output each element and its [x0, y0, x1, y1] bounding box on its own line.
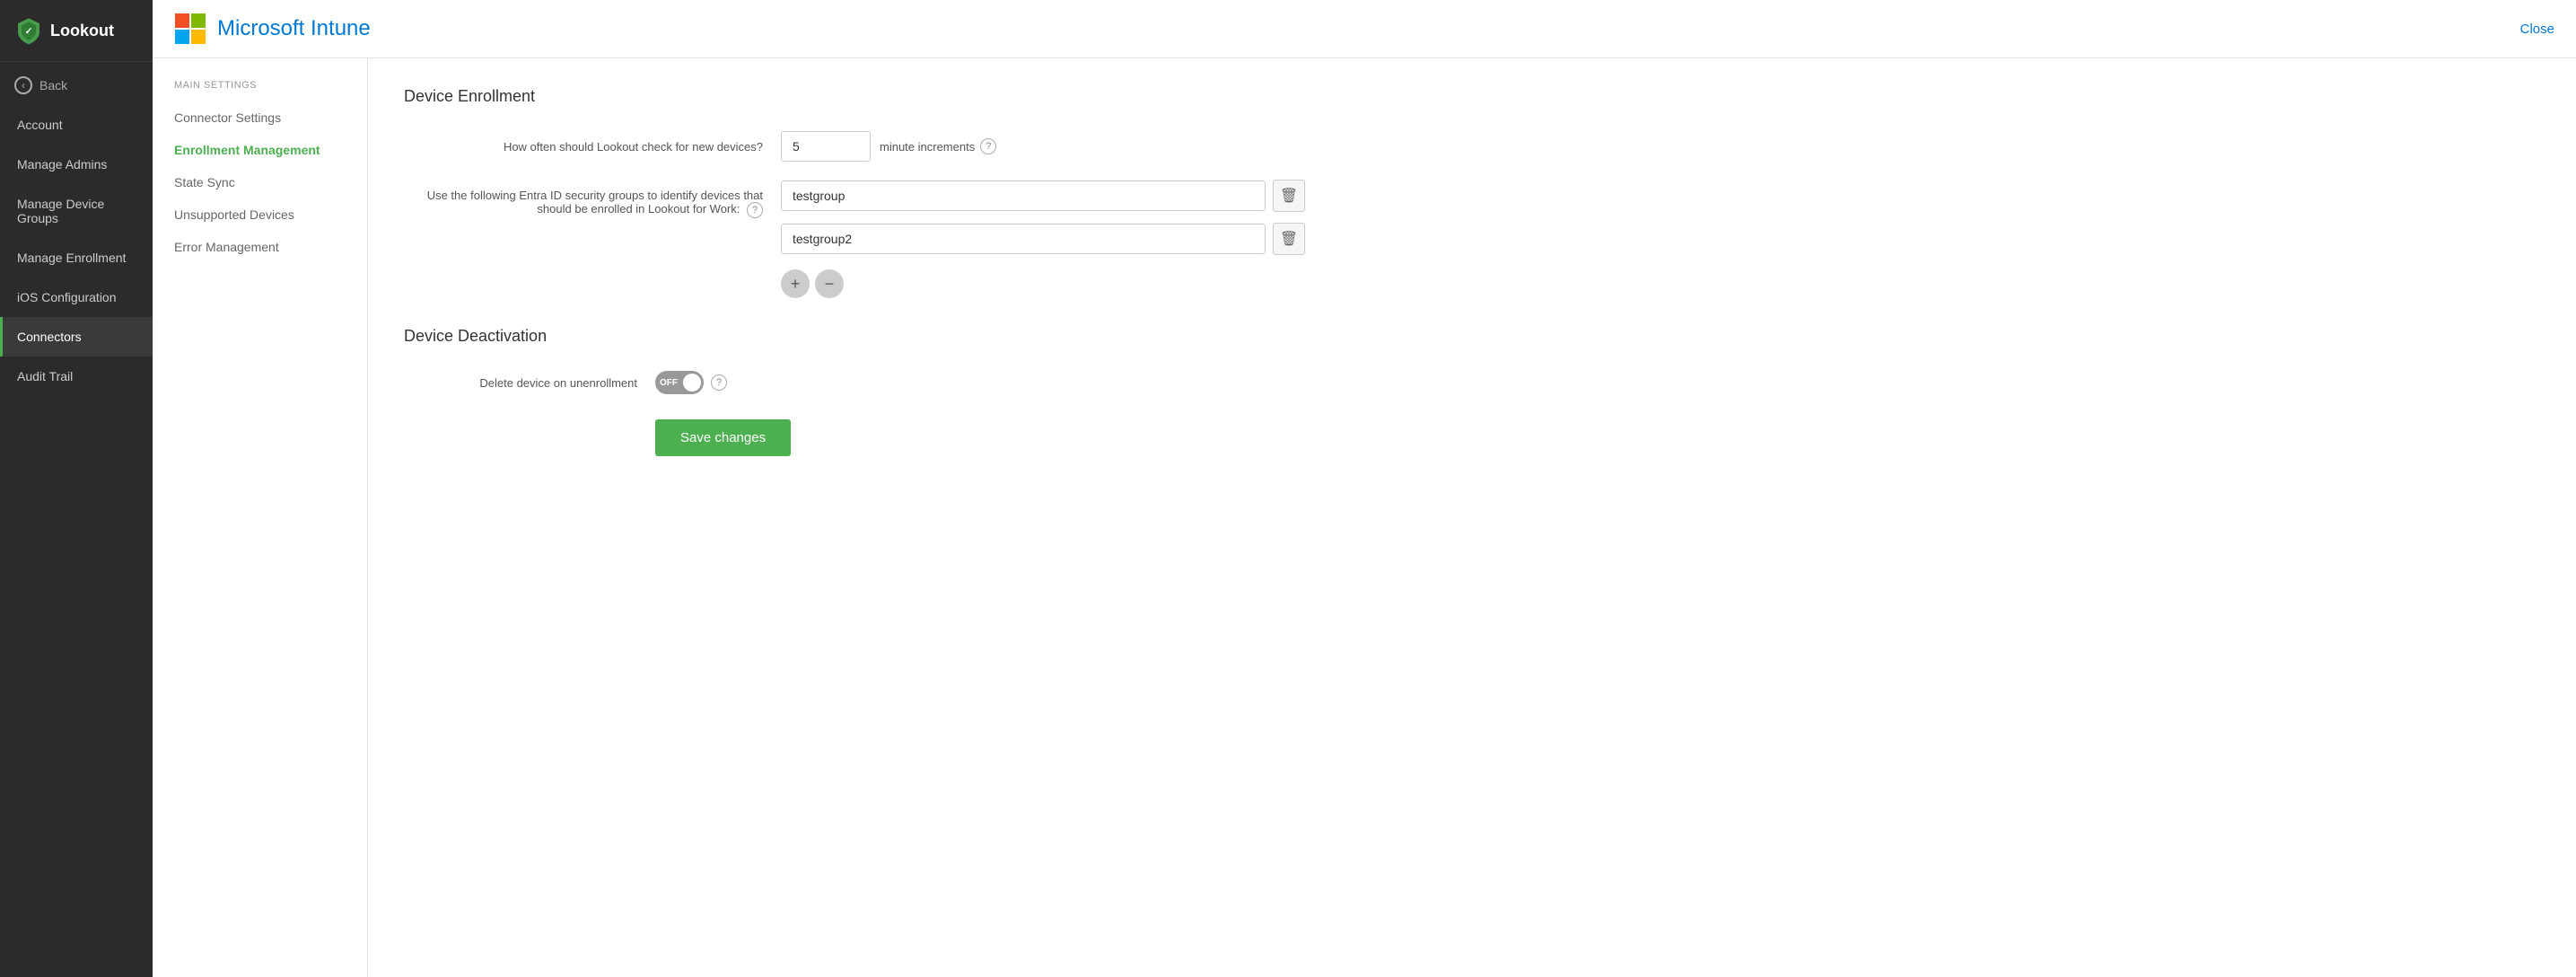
sidebar-item-connectors[interactable]: Connectors: [0, 317, 153, 356]
lookout-shield-icon: ✓: [14, 16, 43, 45]
delete-icon-1: 🗑: [1280, 187, 1298, 205]
group-input-1[interactable]: [781, 180, 1266, 211]
close-button[interactable]: Close: [2520, 22, 2554, 37]
frequency-row: How often should Lookout check for new d…: [404, 131, 2540, 162]
delete-icon-2: 🗑: [1280, 230, 1298, 248]
groups-row: Use the following Entra ID security grou…: [404, 180, 2540, 298]
delete-device-toggle[interactable]: OFF: [655, 371, 704, 394]
sidebar-item-account[interactable]: Account: [0, 105, 153, 145]
device-enrollment-title: Device Enrollment: [404, 87, 2540, 106]
main-content: Microsoft Intune Close MAIN SETTINGS Con…: [153, 0, 2576, 977]
settings-nav: MAIN SETTINGS Connector Settings Enrollm…: [153, 58, 368, 977]
sidebar-logo-text: Lookout: [50, 22, 114, 40]
back-label: Back: [39, 78, 67, 92]
back-arrow-icon: ‹: [14, 76, 32, 94]
microsoft-logo-icon: [174, 13, 206, 45]
frequency-label: How often should Lookout check for new d…: [404, 140, 781, 154]
sidebar-item-ios-configuration[interactable]: iOS Configuration: [0, 277, 153, 317]
frequency-input[interactable]: [781, 131, 871, 162]
deactivation-row: Delete device on unenrollment OFF ?: [404, 371, 2540, 394]
sidebar-nav: Account Manage Admins Manage Device Grou…: [0, 105, 153, 977]
save-row: Save changes: [655, 412, 2540, 456]
toggle-knob: [683, 374, 701, 392]
groups-label: Use the following Entra ID security grou…: [404, 180, 781, 218]
delete-group-2-button[interactable]: 🗑: [1273, 223, 1305, 255]
sidebar-item-audit-trail[interactable]: Audit Trail: [0, 356, 153, 396]
header-title: Microsoft Intune: [217, 16, 371, 41]
sidebar: ✓ Lookout ‹ Back Account Manage Admins M…: [0, 0, 153, 977]
nav-unsupported-devices[interactable]: Unsupported Devices: [153, 198, 367, 231]
delete-device-label: Delete device on unenrollment: [404, 376, 655, 390]
device-deactivation-section: Device Deactivation Delete device on une…: [404, 327, 2540, 456]
add-group-button[interactable]: +: [781, 269, 810, 298]
group-input-2[interactable]: [781, 224, 1266, 254]
svg-text:✓: ✓: [25, 27, 33, 37]
settings-section-label: MAIN SETTINGS: [153, 80, 367, 101]
device-enrollment-section: Device Enrollment How often should Looko…: [404, 87, 2540, 298]
sidebar-logo: ✓ Lookout: [0, 0, 153, 62]
frequency-help-icon[interactable]: ?: [980, 138, 996, 154]
nav-error-management[interactable]: Error Management: [153, 231, 367, 263]
groups-area: 🗑 🗑 + −: [781, 180, 1305, 298]
deactivation-help-icon[interactable]: ?: [711, 374, 727, 391]
top-header: Microsoft Intune Close: [153, 0, 2576, 58]
group-row-1: 🗑: [781, 180, 1305, 212]
nav-connector-settings[interactable]: Connector Settings: [153, 101, 367, 134]
device-deactivation-title: Device Deactivation: [404, 327, 2540, 346]
group-row-2: 🗑: [781, 223, 1305, 255]
toggle-state-label: OFF: [660, 378, 678, 388]
nav-state-sync[interactable]: State Sync: [153, 166, 367, 198]
sidebar-item-manage-admins[interactable]: Manage Admins: [0, 145, 153, 184]
plus-minus-row: + −: [781, 269, 1305, 298]
frequency-unit: minute increments: [880, 140, 975, 154]
sidebar-item-manage-enrollment[interactable]: Manage Enrollment: [0, 238, 153, 277]
save-button[interactable]: Save changes: [655, 419, 791, 456]
content-area: MAIN SETTINGS Connector Settings Enrollm…: [153, 58, 2576, 977]
remove-group-button[interactable]: −: [815, 269, 844, 298]
form-panel: Device Enrollment How often should Looko…: [368, 58, 2576, 977]
back-button[interactable]: ‹ Back: [0, 66, 153, 105]
header-brand: Microsoft Intune: [174, 13, 371, 45]
sidebar-item-manage-device-groups[interactable]: Manage Device Groups: [0, 184, 153, 238]
nav-enrollment-management[interactable]: Enrollment Management: [153, 134, 367, 166]
groups-help-icon[interactable]: ?: [747, 202, 763, 218]
delete-group-1-button[interactable]: 🗑: [1273, 180, 1305, 212]
